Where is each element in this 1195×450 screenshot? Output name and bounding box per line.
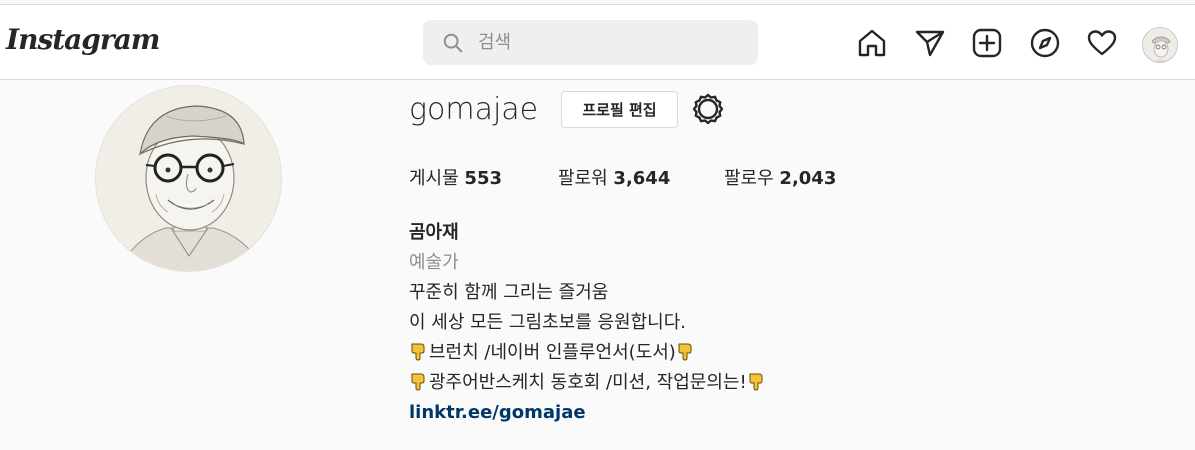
search-icon	[443, 33, 463, 53]
following-value: 2,043	[779, 168, 837, 189]
posts-count[interactable]: 게시물 553	[409, 164, 502, 190]
pointing-down-hand-emoji	[411, 373, 425, 391]
posts-label: 게시물	[409, 168, 459, 189]
following-label: 팔로우	[724, 168, 774, 189]
following-count[interactable]: 팔로우 2,043	[724, 164, 836, 190]
profile-external-link[interactable]: linktr.ee/gomajae	[409, 398, 767, 428]
followers-label: 팔로워	[558, 168, 608, 189]
followers-count[interactable]: 팔로워 3,644	[558, 164, 670, 190]
profile-username: gomajae	[409, 92, 539, 127]
activity-heart-icon[interactable]	[1086, 27, 1118, 59]
search-box[interactable]	[423, 20, 758, 65]
profile-display-name: 곰아재	[409, 222, 459, 243]
bio-line: 꾸준히 함께 그리는 즐거움	[409, 282, 609, 303]
pointing-down-hand-emoji	[678, 343, 692, 361]
profile-picture[interactable]	[95, 85, 282, 272]
bio-line: 이 세상 모든 그림초보를 응원합니다.	[409, 312, 687, 333]
direct-message-icon[interactable]	[914, 27, 946, 59]
search-input[interactable]	[478, 27, 738, 57]
pointing-down-hand-emoji	[411, 343, 425, 361]
instagram-logo[interactable]: Instagram	[6, 23, 160, 56]
bio-line-text: 광주어반스케치 동호회 /미션, 작업문의는!	[429, 372, 747, 393]
home-icon[interactable]	[856, 27, 888, 59]
followers-value: 3,644	[613, 168, 671, 189]
pointing-down-hand-emoji	[749, 373, 763, 391]
profile-category: 예술가	[409, 252, 459, 273]
top-navigation-bar: Instagram	[0, 4, 1195, 80]
profile-bio: 곰아재 예술가 꾸준히 함께 그리는 즐거움 이 세상 모든 그림초보를 응원합…	[409, 218, 767, 428]
bio-line-with-emoji: 브런치 /네이버 인플루언서(도서)	[409, 338, 767, 368]
posts-value: 553	[464, 168, 502, 189]
settings-gear-icon[interactable]	[692, 93, 724, 125]
profile-avatar[interactable]	[1142, 27, 1178, 63]
bio-line-with-emoji: 광주어반스케치 동호회 /미션, 작업문의는!	[409, 368, 767, 398]
new-post-icon[interactable]	[971, 27, 1003, 59]
explore-icon[interactable]	[1029, 27, 1061, 59]
bio-line-text: 브런치 /네이버 인플루언서(도서)	[429, 342, 676, 363]
edit-profile-button[interactable]: 프로필 편집	[561, 91, 678, 128]
